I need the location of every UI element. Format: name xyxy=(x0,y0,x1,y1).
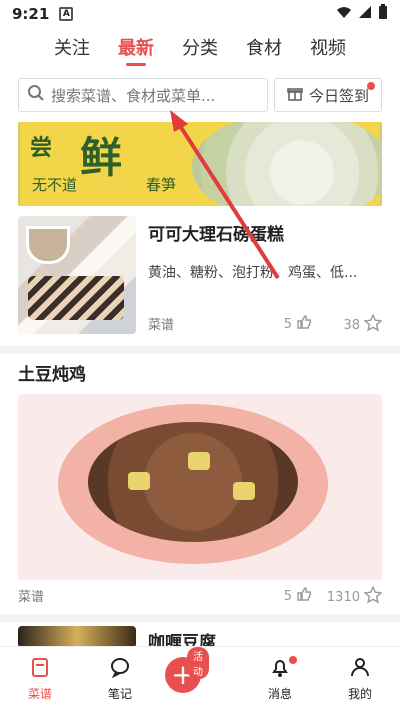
thumbnail-cup xyxy=(26,226,70,264)
tab-category[interactable]: 分类 xyxy=(182,34,218,60)
signal-icon xyxy=(358,5,372,23)
section-divider xyxy=(0,346,400,354)
recipe-ingredients: 黄油、糖粉、泡打粉、鸡蛋、低... xyxy=(148,265,358,281)
favorites-value: 38 xyxy=(343,317,360,333)
nav-me[interactable]: 我的 xyxy=(325,656,395,702)
checkin-button[interactable]: 今日签到 xyxy=(274,78,382,112)
nav-add[interactable]: + 活动 xyxy=(165,646,235,693)
recipe-card[interactable]: 咖喱豆腐 xyxy=(18,626,382,646)
star-icon xyxy=(363,585,383,608)
thumbs-up-icon xyxy=(296,314,312,334)
nav-recipes[interactable]: 菜谱 xyxy=(5,656,75,702)
favorites-value: 1310 xyxy=(326,589,360,605)
checkin-label: 今日签到 xyxy=(308,86,369,105)
gift-icon xyxy=(287,85,303,105)
banner-text-top: 尝 xyxy=(30,135,53,161)
tab-follow[interactable]: 关注 xyxy=(54,34,90,60)
recipe-book-icon xyxy=(5,656,75,681)
nav-notes[interactable]: 笔记 xyxy=(85,656,155,702)
search-icon xyxy=(27,84,45,106)
nav-notes-label: 笔记 xyxy=(107,686,132,701)
nav-recipes-label: 菜谱 xyxy=(27,686,52,701)
recipe-thumbnail xyxy=(18,626,136,646)
banner-food-image xyxy=(192,122,382,206)
status-bar: 9:21 A xyxy=(0,0,400,28)
checkin-badge-dot xyxy=(367,82,375,90)
banner-text-big: 鲜 xyxy=(80,133,123,182)
nav-messages-label: 消息 xyxy=(267,686,292,701)
image-potato xyxy=(188,452,210,470)
sim-icon: A xyxy=(59,7,74,21)
add-button[interactable]: + 活动 xyxy=(165,646,209,693)
wifi-icon xyxy=(336,5,352,23)
thumbnail-cake xyxy=(28,276,124,320)
nav-me-label: 我的 xyxy=(347,686,372,701)
likes-value: 5 xyxy=(283,316,292,332)
favorite-count[interactable]: 38 xyxy=(343,313,383,336)
image-potato xyxy=(128,472,150,490)
likes-value: 5 xyxy=(283,588,292,604)
chat-bubble-icon xyxy=(85,656,155,681)
recipe-thumbnail xyxy=(18,216,136,334)
recipe-category: 菜谱 xyxy=(148,318,175,333)
bell-icon xyxy=(245,656,315,681)
image-stew xyxy=(88,422,298,542)
recipe-card[interactable]: 土豆炖鸡 菜谱 5 1310 xyxy=(18,356,383,608)
recipe-card[interactable]: 可可大理石磅蛋糕 黄油、糖粉、泡打粉、鸡蛋、低... 菜谱 5 38 xyxy=(18,216,383,338)
top-tabs: 关注 最新 分类 食材 视频 xyxy=(0,30,400,64)
promo-banner[interactable]: 尝 鲜 无不道 春笋 xyxy=(18,122,382,206)
bottom-nav: 菜谱 笔记 + 活动 消息 我的 xyxy=(0,646,400,710)
section-divider xyxy=(0,614,400,622)
recipe-title: 土豆炖鸡 xyxy=(18,365,86,385)
tab-latest[interactable]: 最新 xyxy=(118,34,154,60)
search-placeholder: 搜索菜谱、食材或菜单... xyxy=(51,86,216,105)
recipe-title: 可可大理石磅蛋糕 xyxy=(148,225,284,245)
messages-badge-dot xyxy=(289,655,297,664)
status-time: 9:21 xyxy=(12,5,50,23)
search-row: 搜索菜谱、食材或菜单... 今日签到 xyxy=(18,78,382,112)
recipe-image xyxy=(18,394,382,580)
status-icons xyxy=(336,4,388,24)
thumbs-up-icon xyxy=(296,586,312,606)
user-icon xyxy=(325,656,395,681)
activity-tag: 活动 xyxy=(187,646,209,679)
recipe-title: 咖喱豆腐 xyxy=(148,633,216,646)
battery-icon xyxy=(378,4,388,24)
like-count[interactable]: 5 xyxy=(284,314,312,334)
image-potato xyxy=(233,482,255,500)
recipe-category: 菜谱 xyxy=(18,590,45,605)
search-input[interactable]: 搜索菜谱、食材或菜单... xyxy=(18,78,268,112)
tab-video[interactable]: 视频 xyxy=(310,34,346,60)
like-count[interactable]: 5 xyxy=(284,586,312,606)
banner-edge-left xyxy=(18,122,20,206)
favorite-count[interactable]: 1310 xyxy=(326,585,383,608)
banner-text-left: 无不道 xyxy=(32,176,78,194)
banner-text-right: 春笋 xyxy=(146,176,177,194)
star-icon xyxy=(363,313,383,336)
tab-ingredients[interactable]: 食材 xyxy=(246,34,282,60)
nav-messages[interactable]: 消息 xyxy=(245,655,315,702)
